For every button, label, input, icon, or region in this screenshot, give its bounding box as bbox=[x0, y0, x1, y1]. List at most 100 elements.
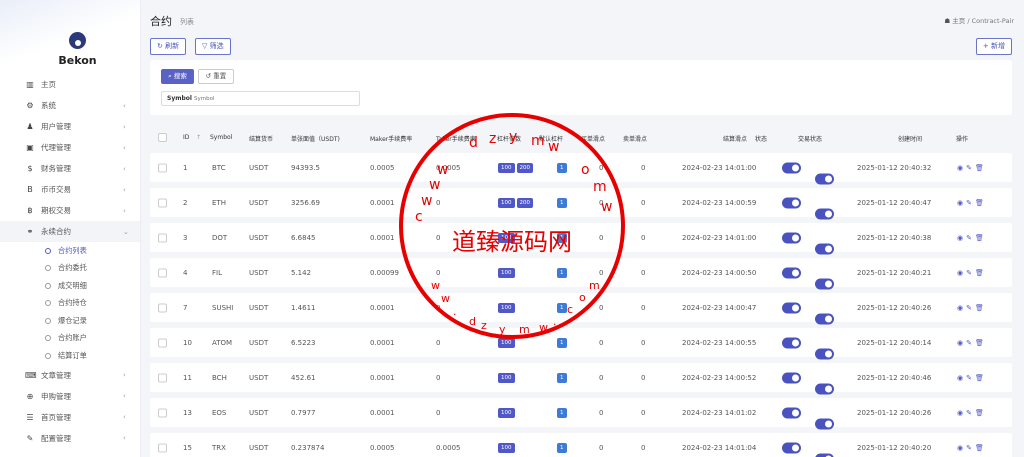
row-checkbox[interactable] bbox=[158, 373, 167, 382]
reset-button[interactable]: ↺ 重置 bbox=[198, 69, 234, 84]
trade-status-toggle[interactable] bbox=[815, 418, 834, 429]
trade-status-toggle[interactable] bbox=[815, 453, 834, 457]
sort-icon[interactable]: ↑ bbox=[196, 134, 201, 141]
column-header[interactable]: ID bbox=[183, 134, 189, 141]
sidebar-item[interactable]: ♟ 用户管理 ‹ bbox=[0, 116, 140, 137]
delete-icon[interactable]: 🗑 bbox=[975, 164, 987, 172]
delete-icon[interactable]: 🗑 bbox=[975, 409, 987, 417]
sidebar-item[interactable]: ⚭ 永续合约 ⌄ bbox=[0, 221, 140, 242]
edit-icon[interactable]: ✎ bbox=[966, 164, 975, 172]
row-checkbox[interactable] bbox=[158, 268, 167, 277]
edit-icon[interactable]: ✎ bbox=[966, 339, 975, 347]
edit-icon[interactable]: ✎ bbox=[966, 374, 975, 382]
delete-icon[interactable]: 🗑 bbox=[975, 234, 987, 242]
sidebar-subitem[interactable]: 合约列表 bbox=[0, 242, 140, 260]
add-button[interactable]: + 新增 bbox=[975, 38, 1012, 55]
trade-status-toggle[interactable] bbox=[815, 383, 834, 394]
view-icon[interactable]: ◉ bbox=[957, 269, 966, 277]
sidebar-item[interactable]: B 币币交易 ‹ bbox=[0, 179, 140, 200]
column-header: 操作 bbox=[956, 136, 969, 143]
trade-status-toggle[interactable] bbox=[815, 208, 834, 219]
sidebar-subitem[interactable]: 合约委托 bbox=[0, 260, 140, 278]
view-icon[interactable]: ◉ bbox=[957, 374, 966, 382]
row-checkbox[interactable] bbox=[158, 163, 167, 172]
delete-icon[interactable]: 🗑 bbox=[975, 374, 987, 382]
view-icon[interactable]: ◉ bbox=[957, 409, 966, 417]
search-button[interactable]: ⌕ 搜索 bbox=[161, 69, 194, 84]
sidebar-subitem[interactable]: 成交明细 bbox=[0, 277, 140, 295]
delete-icon[interactable]: 🗑 bbox=[975, 444, 987, 452]
view-icon[interactable]: ◉ bbox=[957, 164, 966, 172]
sidebar-subitem[interactable]: 合约持仓 bbox=[0, 295, 140, 313]
row-currency: USDT bbox=[249, 198, 269, 207]
sidebar-item[interactable]: ฿ 期权交易 ‹ bbox=[0, 200, 140, 221]
select-all-checkbox[interactable] bbox=[158, 133, 167, 142]
sidebar-item[interactable]: ▣ 代理管理 ‹ bbox=[0, 137, 140, 158]
link-icon: ⚭ bbox=[26, 227, 34, 236]
status-toggle[interactable] bbox=[782, 302, 801, 313]
status-toggle[interactable] bbox=[782, 407, 801, 418]
leverage-badge: 100 bbox=[498, 197, 515, 208]
row-checkbox[interactable] bbox=[158, 233, 167, 242]
row-checkbox[interactable] bbox=[158, 198, 167, 207]
edit-icon[interactable]: ✎ bbox=[966, 444, 975, 452]
row-actions: ◉✎🗑 bbox=[957, 374, 987, 382]
breadcrumb-home[interactable]: 主页 bbox=[952, 17, 965, 25]
sidebar-subitem[interactable]: 爆仓记录 bbox=[0, 312, 140, 330]
row-checkbox[interactable] bbox=[158, 408, 167, 417]
status-toggle[interactable] bbox=[782, 337, 801, 348]
edit-icon[interactable]: ✎ bbox=[966, 304, 975, 312]
sidebar-item[interactable]: $ 财务管理 ‹ bbox=[0, 158, 140, 179]
row-id: 7 bbox=[183, 303, 188, 312]
default-leverage-badge: 1 bbox=[557, 232, 567, 243]
sidebar-subitem[interactable]: 结算订单 bbox=[0, 347, 140, 365]
view-icon[interactable]: ◉ bbox=[957, 444, 966, 452]
sidebar-item-label: 系统 bbox=[41, 101, 56, 110]
status-toggle[interactable] bbox=[782, 232, 801, 243]
row-settle-slippage: 2024-02-23 14:00:55 bbox=[682, 338, 757, 347]
row-checkbox[interactable] bbox=[158, 303, 167, 312]
edit-icon[interactable]: ✎ bbox=[966, 269, 975, 277]
row-leverage: 100 bbox=[498, 302, 517, 313]
symbol-input[interactable] bbox=[194, 94, 354, 104]
delete-icon[interactable]: 🗑 bbox=[975, 304, 987, 312]
row-checkbox[interactable] bbox=[158, 338, 167, 347]
trade-status-toggle[interactable] bbox=[815, 243, 834, 254]
bar-chart-icon: ▥ bbox=[26, 80, 34, 89]
status-toggle[interactable] bbox=[782, 162, 801, 173]
row-symbol: TRX bbox=[212, 443, 226, 452]
sidebar-item[interactable]: ⌨ 文章管理 ‹ bbox=[0, 365, 140, 386]
row-leverage: 100 bbox=[498, 442, 517, 453]
status-toggle[interactable] bbox=[782, 267, 801, 278]
view-icon[interactable]: ◉ bbox=[957, 339, 966, 347]
row-checkbox[interactable] bbox=[158, 443, 167, 452]
delete-icon[interactable]: 🗑 bbox=[975, 269, 987, 277]
column-header[interactable]: Symbol bbox=[210, 134, 232, 141]
view-icon[interactable]: ◉ bbox=[957, 199, 966, 207]
edit-icon[interactable]: ✎ bbox=[966, 234, 975, 242]
delete-icon[interactable]: 🗑 bbox=[975, 339, 987, 347]
sidebar-item[interactable]: ▥ 主页 bbox=[0, 74, 140, 95]
refresh-button[interactable]: ↻ 刷新 bbox=[150, 38, 187, 55]
trade-status-toggle[interactable] bbox=[815, 313, 834, 324]
status-toggle[interactable] bbox=[782, 197, 801, 208]
sidebar-item[interactable]: ☰ 首页管理 ‹ bbox=[0, 407, 140, 428]
sidebar-item[interactable]: ⊕ 申购管理 ‹ bbox=[0, 386, 140, 407]
filter-button[interactable]: ▽ 筛选 bbox=[195, 38, 231, 55]
trade-status-toggle[interactable] bbox=[815, 348, 834, 359]
trade-status-toggle[interactable] bbox=[815, 278, 834, 289]
sidebar-item[interactable]: ⚙ 系统 ‹ bbox=[0, 95, 140, 116]
view-icon[interactable]: ◉ bbox=[957, 234, 966, 242]
row-maker-fee: 0.0005 bbox=[370, 443, 395, 452]
view-icon[interactable]: ◉ bbox=[957, 304, 966, 312]
sidebar-item[interactable]: ✎ 配置管理 ‹ bbox=[0, 428, 140, 449]
sidebar-subitem[interactable]: 合约账户 bbox=[0, 330, 140, 348]
status-toggle[interactable] bbox=[782, 442, 801, 453]
edit-icon[interactable]: ✎ bbox=[966, 409, 975, 417]
delete-icon[interactable]: 🗑 bbox=[975, 199, 987, 207]
status-toggle[interactable] bbox=[782, 372, 801, 383]
row-maker-fee: 0.0001 bbox=[370, 373, 395, 382]
edit-icon[interactable]: ✎ bbox=[966, 199, 975, 207]
row-default-leverage: 1 bbox=[557, 372, 569, 383]
trade-status-toggle[interactable] bbox=[815, 173, 834, 184]
